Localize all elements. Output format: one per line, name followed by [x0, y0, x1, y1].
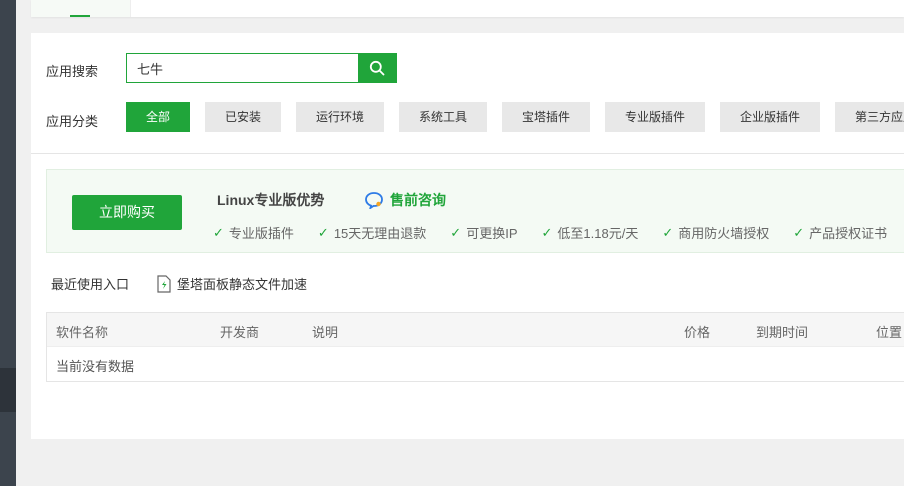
- top-tab-bar: [31, 0, 904, 17]
- col-price[interactable]: 价格: [684, 322, 710, 341]
- presales-consult-link[interactable]: 售前咨询: [364, 190, 446, 210]
- recent-item-label: 堡塔面板静态文件加速: [177, 277, 308, 292]
- check-icon: ✓: [317, 224, 329, 240]
- feature-item: ✓ 商用防火墙授权: [662, 224, 770, 242]
- feature-item: ✓ 专业版插件: [213, 224, 294, 242]
- col-developer[interactable]: 开发商: [220, 322, 259, 341]
- recent-item-static-accel[interactable]: 堡塔面板静态文件加速: [157, 274, 307, 293]
- section-divider: [31, 153, 904, 154]
- category-runtime[interactable]: 运行环境: [296, 102, 384, 132]
- tab-active-underline: [70, 15, 90, 17]
- feature-item: ✓ 可更换IP: [450, 224, 518, 242]
- check-icon: ✓: [793, 224, 805, 240]
- sidebar-active-band: [0, 368, 16, 412]
- check-icon: ✓: [450, 224, 462, 240]
- feature-item: ✓ 低至1.18元/天: [541, 224, 639, 242]
- search-button[interactable]: [358, 54, 396, 82]
- check-icon: ✓: [213, 224, 224, 240]
- check-icon: ✓: [541, 224, 553, 240]
- category-enterprise-plugins[interactable]: 企业版插件: [720, 102, 820, 132]
- category-pro-plugins[interactable]: 专业版插件: [605, 102, 705, 132]
- table-row: 当前没有数据: [47, 347, 904, 381]
- feature-item: ✓ 产品授权证书: [793, 224, 888, 242]
- category-all[interactable]: 全部: [126, 102, 190, 132]
- app-store-panel: 应用搜索 应用分类 全部 已安装 运行环境 系统工具 宝塔插件 专业版插件 企业…: [31, 33, 904, 439]
- pro-promo-banner: 立即购买 Linux专业版优势 售前咨询 ✓ 专业版插件 ✓ 15天无理由退款 ✓ 可…: [46, 169, 904, 253]
- category-installed[interactable]: 已安装: [205, 102, 281, 132]
- category-label: 应用分类: [46, 114, 99, 129]
- category-system-tools[interactable]: 系统工具: [399, 102, 487, 132]
- search-box: [126, 53, 397, 83]
- software-table: 软件名称 开发商 说明 价格 到期时间 位置 当前没有数据: [46, 312, 904, 382]
- search-icon: [369, 60, 385, 76]
- chat-bubble-icon: [365, 192, 383, 209]
- recent-entries: 最近使用入口 堡塔面板静态文件加速: [51, 274, 307, 293]
- search-label: 应用搜索: [46, 64, 99, 79]
- col-software-name[interactable]: 软件名称: [56, 322, 108, 341]
- category-bt-plugins[interactable]: 宝塔插件: [502, 102, 590, 132]
- col-location[interactable]: 位置: [876, 322, 902, 341]
- promo-title: Linux专业版优势: [217, 192, 325, 208]
- empty-state-text: 当前没有数据: [56, 359, 135, 374]
- recent-label: 最近使用入口: [51, 277, 130, 292]
- feature-item: ✓ 15天无理由退款: [317, 224, 427, 242]
- table-header: 软件名称 开发商 说明 价格 到期时间 位置: [47, 313, 904, 347]
- search-input[interactable]: [127, 54, 358, 82]
- col-expiry[interactable]: 到期时间: [756, 322, 808, 341]
- feature-list: ✓ 专业版插件 ✓ 15天无理由退款 ✓ 可更换IP ✓ 低至1.18元/天 ✓ 商用防火…: [213, 223, 887, 242]
- category-third-party[interactable]: 第三方应用: [835, 102, 904, 132]
- col-description[interactable]: 说明: [312, 322, 338, 341]
- file-bolt-icon: [157, 274, 171, 293]
- check-icon: ✓: [662, 224, 674, 240]
- consult-label: 售前咨询: [390, 192, 446, 208]
- tab-software-store[interactable]: [31, 0, 131, 17]
- buy-now-button[interactable]: 立即购买: [72, 195, 182, 230]
- sidebar-strip: [0, 0, 16, 486]
- category-list: 全部 已安装 运行环境 系统工具 宝塔插件 专业版插件 企业版插件 第三方应用: [126, 102, 904, 132]
